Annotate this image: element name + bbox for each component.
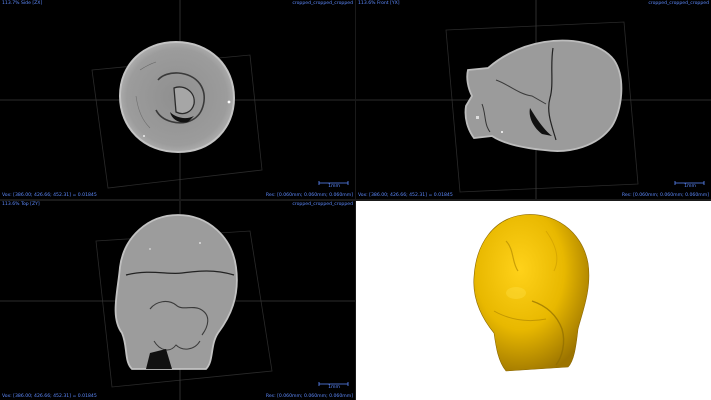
bone-section <box>114 214 238 370</box>
scale-bar-label: 1mm <box>328 184 340 189</box>
viewport-side[interactable]: 1mm 113.7% Side [ZX] cropped_cropped_cro… <box>0 0 355 199</box>
slice-image-side <box>0 0 355 199</box>
resolution-readout: Res: [0.060mm; 0.060mm; 0.060mm] <box>265 394 353 399</box>
resolution-readout: Res: [0.060mm; 0.060mm; 0.060mm] <box>265 193 353 198</box>
scale-bar-label: 1mm <box>328 385 340 390</box>
view-zoom-label: 113.7% Side [ZX] <box>2 1 43 6</box>
scale-bar-label: 1mm <box>684 184 696 189</box>
slice-image-front <box>356 0 711 199</box>
resolution-readout: Res: [0.060mm; 0.060mm; 0.060mm] <box>621 193 709 198</box>
bone-section <box>464 39 623 152</box>
dataset-name: cropped_cropped_cropped <box>648 1 709 6</box>
viewport-front[interactable]: 1mm 113.6% Front [YX] cropped_cropped_cr… <box>356 0 711 199</box>
bone-surface <box>473 214 590 372</box>
viewport-3d-render[interactable] <box>356 201 711 400</box>
dataset-name: cropped_cropped_cropped <box>292 202 353 207</box>
dataset-name: cropped_cropped_cropped <box>292 1 353 6</box>
viewport-top[interactable]: 1mm 113.6% Top [ZY] cropped_cropped_crop… <box>0 201 355 400</box>
surface-render <box>473 214 590 372</box>
view-zoom-label: 113.6% Front [YX] <box>358 1 400 6</box>
slice-image-top <box>0 201 355 400</box>
view-zoom-label: 113.6% Top [ZY] <box>2 202 40 207</box>
voxel-readout: Vox: [386.00; 426.66; 452.31] = 0.01845 <box>2 193 97 198</box>
voxel-readout: Vox: [386.00; 426.66; 452.31] = 0.01845 <box>358 193 453 198</box>
voxel-readout: Vox: [386.00; 426.66; 452.31] = 0.01845 <box>2 394 97 399</box>
